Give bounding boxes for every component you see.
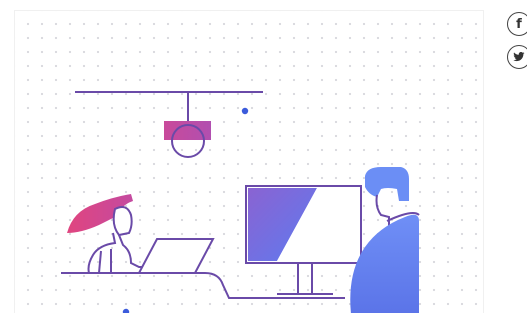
accent-dot	[241, 107, 249, 115]
social-share-bar: f	[507, 12, 527, 78]
hero-illustration-card	[14, 10, 484, 313]
facebook-share-button[interactable]: f	[507, 12, 527, 36]
man-head	[375, 194, 390, 227]
accent-dot	[122, 308, 130, 313]
woman-arm	[98, 249, 112, 274]
twitter-share-button[interactable]	[507, 45, 527, 69]
woman-head	[112, 206, 133, 237]
twitter-icon	[513, 52, 525, 62]
laptop	[137, 238, 215, 274]
page: f	[0, 0, 527, 313]
office-illustration	[61, 91, 420, 313]
man-hair	[365, 167, 409, 201]
facebook-icon: f	[516, 16, 522, 32]
